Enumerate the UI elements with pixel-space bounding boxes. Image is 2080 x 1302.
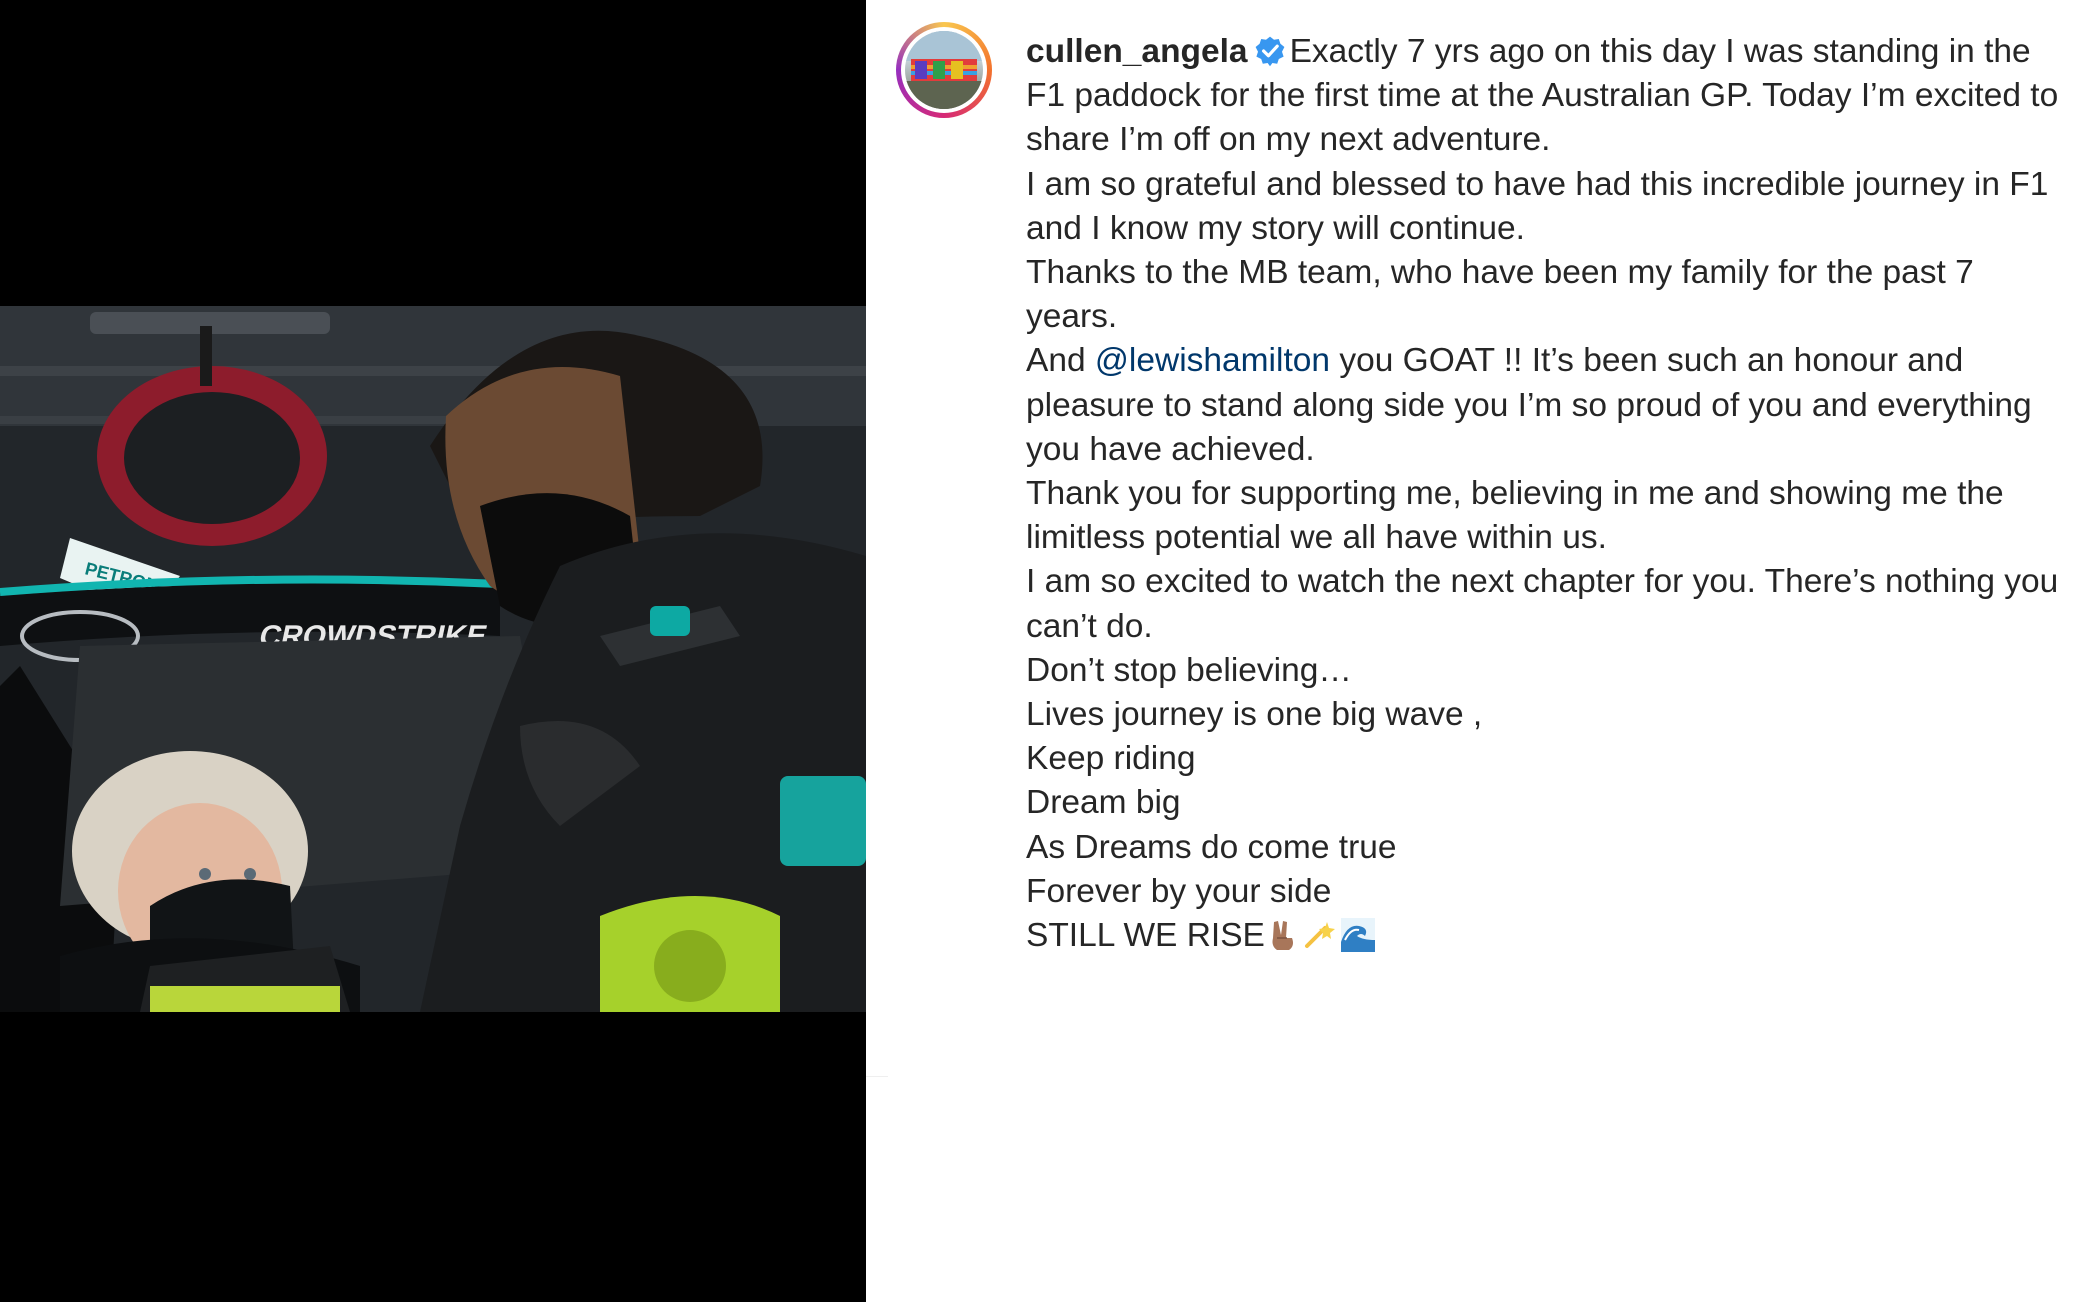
post-caption: cullen_angela Exactly 7 yrs ago on this d…	[1026, 30, 2066, 958]
post-details-panel: cullen_angela Exactly 7 yrs ago on this d…	[866, 0, 2080, 1302]
caption-line-2: I am so grateful and blessed to have had…	[1026, 165, 2049, 247]
caption-line-9: Keep riding	[1026, 740, 1196, 778]
caption-line-13: STILL WE RISE	[1026, 914, 2066, 958]
water-wave-emoji	[1340, 918, 1375, 953]
dizzy-emoji	[1304, 922, 1335, 949]
caption-line-5: Thank you for supporting me, believing i…	[1026, 475, 2004, 557]
post-photo[interactable]: PETRON CROWDSTRIKE	[0, 306, 866, 1012]
username-link[interactable]: cullen_angela	[1026, 33, 1248, 70]
photo-illustration: PETRON CROWDSTRIKE	[0, 306, 866, 1012]
caption-line-4: And @lewishamilton you GOAT !! It’s been…	[1026, 339, 2066, 472]
avatar-picture	[905, 31, 983, 109]
caption-line-11: As Dreams do come true	[1026, 828, 1397, 866]
caption-line-12: Forever by your side	[1026, 872, 1332, 910]
caption-line-6: I am so excited to watch the next chapte…	[1026, 563, 2059, 645]
post-media-panel: PETRON CROWDSTRIKE	[0, 0, 866, 1302]
caption-text-4a: And	[1026, 342, 1095, 380]
caption-line-7: Don’t stop believing…	[1026, 651, 1352, 689]
mention-link[interactable]: @lewishamilton	[1095, 342, 1330, 379]
caption-text-13: STILL WE RISE	[1026, 917, 1265, 955]
divider	[866, 1076, 888, 1077]
victory-hand-emoji	[1272, 921, 1293, 951]
verified-badge-icon	[1255, 36, 1284, 67]
caption-line-1: cullen_angela Exactly 7 yrs ago on this d…	[1026, 30, 2066, 163]
avatar[interactable]	[896, 22, 992, 118]
avatar-ring-inner	[901, 27, 987, 113]
avatar-image	[905, 31, 983, 109]
caption-line-10: Dream big	[1026, 784, 1181, 822]
caption-line-3: Thanks to the MB team, who have been my …	[1026, 254, 1974, 336]
caption-line-8: Lives journey is one big wave ,	[1026, 696, 1483, 734]
